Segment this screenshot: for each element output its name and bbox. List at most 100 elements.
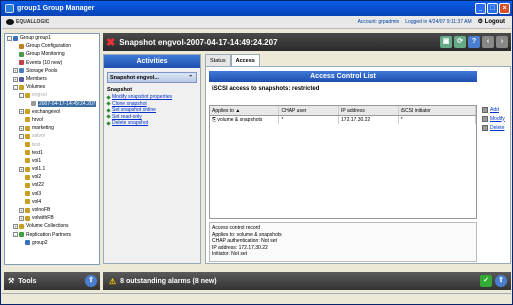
activity-link-label: Set read-only — [112, 113, 142, 120]
tree-item[interactable]: - Volumes — [5, 83, 99, 91]
expand-icon[interactable]: + — [13, 68, 18, 74]
tree-item[interactable]: + marketing — [5, 124, 99, 132]
alarm-status-icon[interactable]: ✓ — [480, 275, 492, 287]
add-button[interactable]: Add — [482, 105, 505, 114]
app-header: EQUALLOGIC Account: grpadmin Logged in 4… — [2, 16, 511, 29]
tree-item[interactable]: group2 — [5, 239, 99, 247]
tree-item[interactable]: + Volume Collections — [5, 222, 99, 230]
tree-item-label: vol1.1 — [32, 166, 46, 173]
back-icon[interactable]: ‹ — [482, 36, 494, 48]
col-iscsi-initiator[interactable]: iSCSI initiator — [399, 106, 476, 115]
logout-label: Logout — [484, 19, 505, 25]
window-titlebar[interactable]: group1 Group Manager _ □ × — [1, 1, 512, 16]
save-icon[interactable]: ▣ — [440, 36, 452, 48]
tree-item[interactable]: 2007-04-17-14:49:24.207 — [5, 100, 99, 108]
alarm-expand-icon[interactable]: ⇧ — [495, 275, 507, 287]
tree-item-label: engvol — [32, 92, 47, 99]
tree-item[interactable]: + Storage Pools — [5, 67, 99, 75]
main-title-bar: ✖ Snapshot engvol-2007-04-17-14:49:24.20… — [103, 33, 511, 51]
acl-table-header: Applies to ▲ CHAP user IP address iSCSI … — [210, 106, 476, 116]
navigation-tree[interactable]: - Group group1 Group Configuration Group Mo… — [4, 33, 100, 265]
volume-icon — [25, 191, 30, 197]
acl-title: Access Control List — [209, 71, 477, 82]
expand-icon[interactable]: + — [13, 76, 18, 82]
replication-icon — [19, 232, 24, 238]
table-row[interactable]: ⎘ volume & snapshots * 172.17.30.22 * — [210, 116, 476, 124]
tree-item[interactable]: - Replication Partners — [5, 231, 99, 239]
delete-label: Delete — [490, 124, 505, 131]
volume-icon — [19, 84, 24, 90]
warning-icon: ⚠ — [109, 276, 117, 286]
tree-item[interactable]: + vol1.1 — [5, 165, 99, 173]
logout-button[interactable]: ⚙ Logout — [478, 18, 505, 25]
tree-item[interactable]: vol3 — [5, 190, 99, 198]
tools-bar[interactable]: ⚒ Tools ⇧ — [4, 272, 100, 290]
delete-icon — [482, 124, 488, 131]
tree-item[interactable]: + volnoFB — [5, 206, 99, 214]
tree-item[interactable]: vol22 — [5, 181, 99, 189]
tree-item[interactable]: hrvol — [5, 116, 99, 124]
refresh-icon[interactable]: ⟳ — [454, 36, 466, 48]
activity-link[interactable]: Delete snapshot — [106, 120, 197, 127]
expand-icon[interactable]: + — [19, 109, 24, 115]
activities-snapshot-selector[interactable]: Snapshot engvol... ⌃ — [107, 72, 197, 83]
tree-item[interactable]: vol4 — [5, 198, 99, 206]
close-button[interactable]: × — [499, 3, 510, 14]
status-bar — [2, 293, 511, 304]
help-icon[interactable]: ? — [468, 36, 480, 48]
minimize-button[interactable]: _ — [475, 3, 486, 14]
tools-label: Tools — [18, 277, 37, 285]
tree-item[interactable]: Group Configuration — [5, 42, 99, 50]
tree-item[interactable]: vol2 — [5, 173, 99, 181]
tree-item-label: vol2 — [32, 174, 42, 181]
activities-header: Activities — [104, 55, 200, 68]
collapse-icon[interactable]: - — [13, 232, 18, 238]
tree-item[interactable]: + volwithFB — [5, 214, 99, 222]
logo-mark-icon — [6, 19, 14, 25]
tree-item-label: hrvol — [32, 116, 43, 123]
tree-item[interactable]: test — [5, 140, 99, 148]
main-area: ✖ Snapshot engvol-2007-04-17-14:49:24.20… — [103, 33, 511, 265]
tree-item[interactable]: vol1 — [5, 157, 99, 165]
volume-icon — [25, 166, 30, 172]
acl-table: Applies to ▲ CHAP user IP address iSCSI … — [209, 105, 477, 219]
expand-icon[interactable]: + — [19, 133, 24, 139]
alarm-bar[interactable]: ⚠ 8 outstanding alarms (8 new) ✓ ⇧ — [103, 272, 511, 290]
tree-item[interactable]: + salvol — [5, 132, 99, 140]
cell-chap-user: * — [279, 116, 340, 124]
forward-icon[interactable]: › — [496, 36, 508, 48]
tree-item[interactable]: test1 — [5, 149, 99, 157]
delete-button[interactable]: Delete — [482, 123, 505, 132]
tree-item[interactable]: + exchangevol — [5, 108, 99, 116]
tree-item[interactable]: Group Monitoring — [5, 50, 99, 58]
expand-icon[interactable]: + — [19, 125, 24, 131]
tree-item[interactable]: - engvol — [5, 91, 99, 99]
tools-expand-icon[interactable]: ⇧ — [85, 275, 97, 287]
tab-status[interactable]: Status — [205, 54, 231, 66]
collapse-icon[interactable]: - — [13, 84, 18, 90]
expand-icon[interactable]: + — [19, 207, 24, 213]
col-ip-address[interactable]: IP address — [339, 106, 399, 115]
tree-item-label: vol4 — [32, 198, 42, 205]
collapse-icon[interactable]: ⌃ — [188, 75, 193, 81]
login-time: Logged in 4/24/07 9:11:37 AM — [405, 18, 472, 25]
tab-access[interactable]: Access — [230, 54, 260, 66]
volume-icon — [25, 109, 30, 115]
tree-item[interactable]: Events (10 new) — [5, 59, 99, 67]
events-icon — [19, 60, 24, 66]
modify-button[interactable]: Modify — [482, 114, 505, 123]
col-chap-user[interactable]: CHAP user — [279, 106, 340, 115]
group-icon — [13, 35, 18, 41]
collapse-icon[interactable]: - — [19, 92, 24, 98]
maximize-button[interactable]: □ — [487, 3, 498, 14]
tree-item[interactable]: + Members — [5, 75, 99, 83]
acl-record-details: Access control record Applies to: volume… — [209, 222, 477, 262]
modify-icon — [482, 115, 488, 122]
expand-icon[interactable]: + — [13, 223, 18, 229]
col-applies-to[interactable]: Applies to ▲ — [210, 106, 280, 115]
expand-icon[interactable]: + — [19, 166, 24, 172]
tree-item[interactable]: - Group group1 — [5, 34, 99, 42]
expand-icon[interactable]: + — [19, 215, 24, 221]
collapse-icon[interactable]: - — [7, 35, 12, 41]
